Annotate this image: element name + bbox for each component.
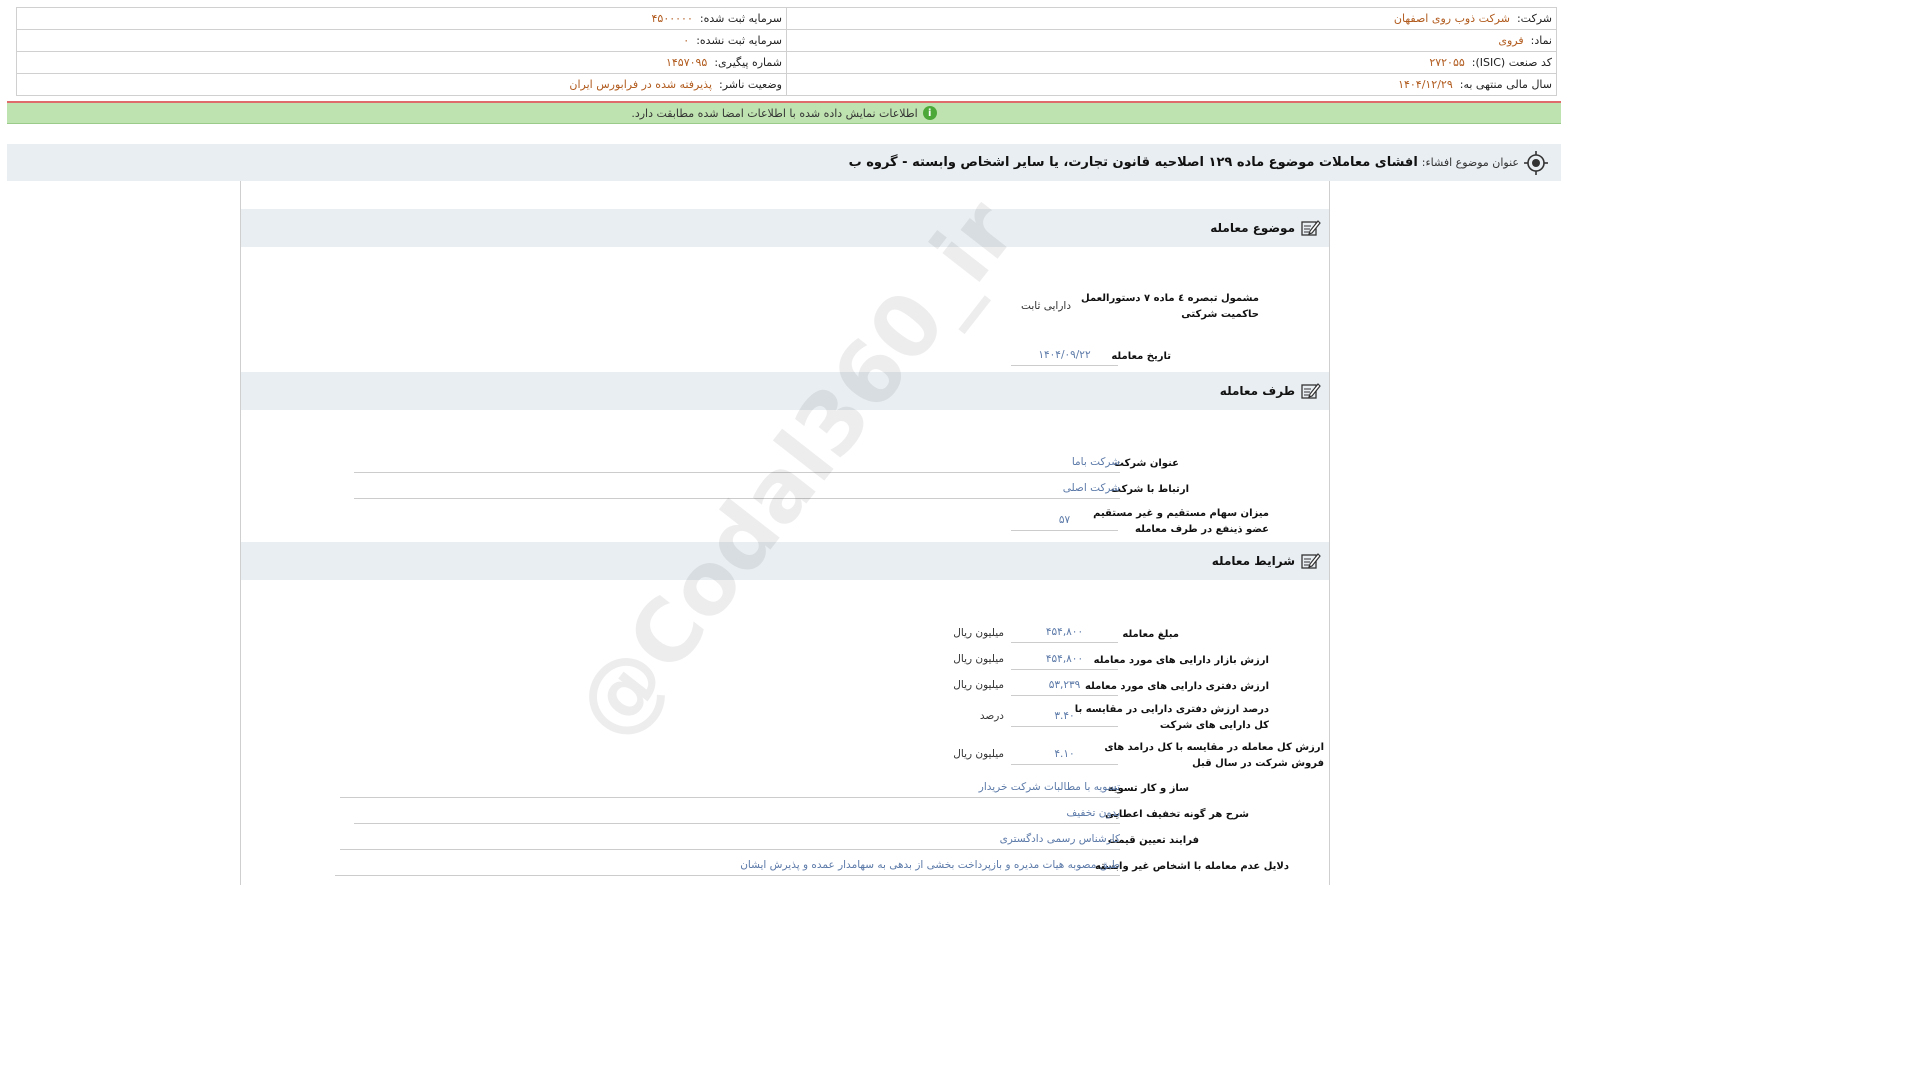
section-title-party: طرف معامله — [1219, 384, 1295, 398]
tracking-value: ۱۴۵۷۰۹۵ — [665, 56, 708, 69]
section-header-terms: شرایط معامله — [241, 542, 1329, 580]
discount-text: بدون تخفیف — [1066, 807, 1120, 819]
fiscal-value: ۱۴۰۴/۱۲/۲۹ — [1398, 78, 1453, 91]
settlement-text: تسویه با مطالبات شرکت خریدار — [978, 781, 1120, 793]
book-percent-value: ۳.۴۰ — [1011, 708, 1118, 727]
section-header-subject: موضوع معامله — [241, 209, 1329, 247]
discount-value: بدون تخفیف — [354, 805, 1120, 824]
info-row: کد صنعت (ISIC): ۲۷۲۰۵۵ شماره پیگیری: ۱۴۵… — [16, 51, 1557, 74]
capital-unregistered-label: سرمایه ثبت نشده: — [696, 34, 782, 47]
title-label: عنوان موضوع افشاء: — [1421, 156, 1519, 169]
publisher-status-label: وضعیت ناشر: — [719, 78, 782, 91]
disclosure-title-bar: عنوان موضوع افشاء: افشای معاملات موضوع م… — [7, 144, 1561, 181]
page-title: افشای معاملات موضوع ماده ۱۲۹ اصلاحیه قان… — [848, 155, 1418, 170]
capital-registered-value: ۴۵۰۰۰۰۰ — [651, 12, 693, 25]
amount-value: ۴۵۴,۸۰۰ — [1011, 624, 1118, 643]
company-title-text: شرکت باما — [1071, 456, 1120, 468]
isic-label: کد صنعت (ISIC): — [1471, 56, 1552, 69]
total-value-unit: میلیون ریال — [953, 748, 1004, 760]
clause-value: دارایی ثابت — [1021, 300, 1071, 312]
market-value-value: ۴۵۴,۸۰۰ — [1011, 651, 1118, 670]
info-icon: i — [922, 106, 937, 120]
section-title-subject: موضوع معامله — [1210, 221, 1295, 235]
total-value-value: ۴.۱۰ — [1011, 746, 1118, 765]
edit-icon — [1301, 553, 1321, 569]
info-row: شرکت: شرکت ذوب روی اصفهان سرمایه ثبت شده… — [16, 7, 1557, 30]
verification-notice: i اطلاعات نمایش داده شده با اطلاعات امضا… — [7, 103, 1561, 124]
company-label: شرکت: — [1516, 12, 1552, 25]
reasons-value: طبق مصوبه هیات مدیره و بازپرداخت بخشی از… — [335, 857, 1120, 876]
company-value[interactable]: شرکت ذوب روی اصفهان — [1394, 12, 1510, 25]
shares-value: ۵۷ — [1011, 512, 1118, 531]
disclosure-content: موضوع معامله مشمول تبصره ٤ ماده ٧ دستورا… — [240, 181, 1330, 885]
section-header-party: طرف معامله — [241, 372, 1329, 410]
publisher-status-value: پذیرفته شده در فرابورس ایران — [569, 78, 713, 91]
settlement-value: تسویه با مطالبات شرکت خریدار — [340, 779, 1120, 798]
capital-unregistered-value: ۰ — [683, 34, 690, 47]
company-info-table: شرکت: شرکت ذوب روی اصفهان سرمایه ثبت شده… — [16, 7, 1557, 96]
date-value: ۱۴۰۴/۰۹/۲۲ — [1011, 347, 1118, 366]
fiscal-label: سال مالی منتهی به: — [1459, 78, 1552, 91]
amount-unit: میلیون ریال — [953, 627, 1004, 639]
section-title-terms: شرایط معامله — [1211, 554, 1295, 568]
reasons-text: طبق مصوبه هیات مدیره و بازپرداخت بخشی از… — [740, 859, 1120, 871]
book-percent-unit: درصد — [979, 710, 1004, 722]
book-value-unit: میلیون ریال — [953, 679, 1004, 691]
capital-registered-label: سرمایه ثبت شده: — [699, 12, 782, 25]
company-title-value: شرکت باما — [354, 454, 1120, 473]
symbol-value[interactable]: فروی — [1498, 34, 1523, 47]
edit-icon — [1301, 383, 1321, 399]
pricing-text: کارشناس رسمی دادگستری — [999, 833, 1120, 845]
info-row: سال مالی منتهی به: ۱۴۰۴/۱۲/۲۹ وضعیت ناشر… — [16, 73, 1557, 96]
edit-icon — [1301, 220, 1321, 236]
target-icon — [1524, 150, 1548, 175]
relation-value: شرکت اصلی — [354, 480, 1120, 499]
relation-text: شرکت اصلی — [1062, 482, 1120, 494]
clause-label: مشمول تبصره ٤ ماده ٧ دستورالعمل حاکمیت ش… — [1081, 293, 1259, 320]
verification-text: اطلاعات نمایش داده شده با اطلاعات امضا ش… — [631, 106, 918, 120]
pricing-value: کارشناس رسمی دادگستری — [340, 831, 1120, 850]
isic-value: ۲۷۲۰۵۵ — [1429, 56, 1465, 69]
book-value-value: ۵۳,۲۳۹ — [1011, 677, 1118, 696]
tracking-label: شماره پیگیری: — [714, 56, 782, 69]
symbol-label: نماد: — [1530, 34, 1552, 47]
market-value-unit: میلیون ریال — [953, 653, 1004, 665]
info-row: نماد: فروی سرمایه ثبت نشده: ۰ — [16, 29, 1557, 52]
